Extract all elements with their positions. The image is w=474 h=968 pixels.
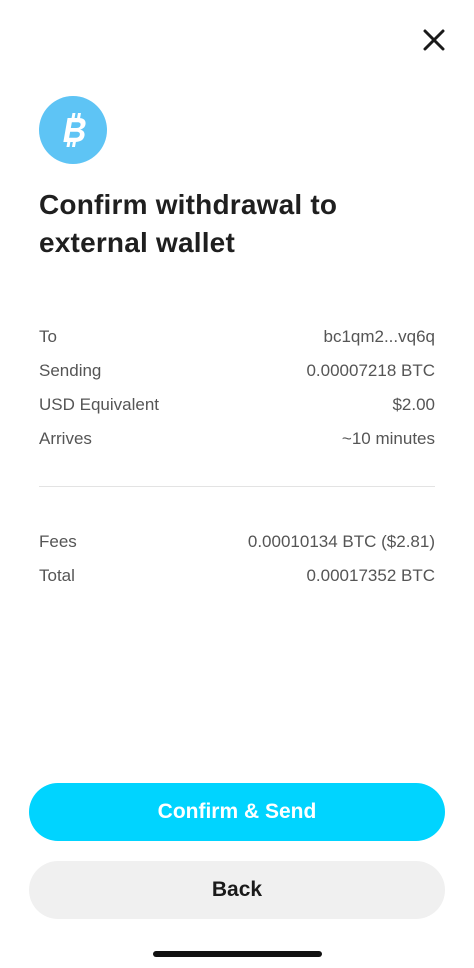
summary-value: 0.00017352 BTC — [306, 566, 435, 585]
detail-row-usd-equivalent: USD Equivalent $2.00 — [39, 388, 435, 422]
confirm-send-button[interactable]: Confirm & Send — [29, 783, 445, 841]
detail-label: USD Equivalent — [39, 395, 160, 414]
back-button[interactable]: Back — [29, 861, 445, 919]
detail-value: bc1qm2...vq6q — [323, 327, 435, 346]
page-title: Confirm withdrawal to external wallet — [39, 189, 338, 258]
summary-row-fees: Fees 0.00010134 BTC ($2.81) — [39, 525, 435, 559]
close-button[interactable] — [414, 20, 454, 60]
transfer-details: To bc1qm2...vq6q Sending 0.00007218 BTC … — [39, 320, 435, 456]
detail-value: 0.00007218 BTC — [306, 361, 435, 380]
close-icon — [423, 29, 445, 51]
bitcoin-badge — [39, 96, 107, 164]
detail-row-arrives: Arrives ~10 minutes — [39, 422, 435, 456]
detail-value: ~10 minutes — [341, 429, 435, 448]
section-divider — [39, 486, 435, 487]
summary-label: Fees — [39, 532, 77, 551]
detail-label: Sending — [39, 361, 102, 380]
detail-value: $2.00 — [392, 395, 435, 414]
fee-summary: Fees 0.00010134 BTC ($2.81) Total 0.0001… — [39, 525, 435, 593]
detail-label: Arrives — [39, 429, 92, 448]
bitcoin-icon — [63, 113, 86, 147]
detail-row-sending: Sending 0.00007218 BTC — [39, 354, 435, 388]
summary-row-total: Total 0.00017352 BTC — [39, 559, 435, 593]
detail-row-to: To bc1qm2...vq6q — [39, 320, 435, 354]
detail-label: To — [39, 327, 57, 346]
summary-label: Total — [39, 566, 75, 585]
withdrawal-confirm-screen: Confirm withdrawal to external wallet To… — [0, 0, 474, 968]
home-indicator[interactable] — [153, 951, 322, 957]
summary-value: 0.00010134 BTC ($2.81) — [247, 532, 435, 551]
